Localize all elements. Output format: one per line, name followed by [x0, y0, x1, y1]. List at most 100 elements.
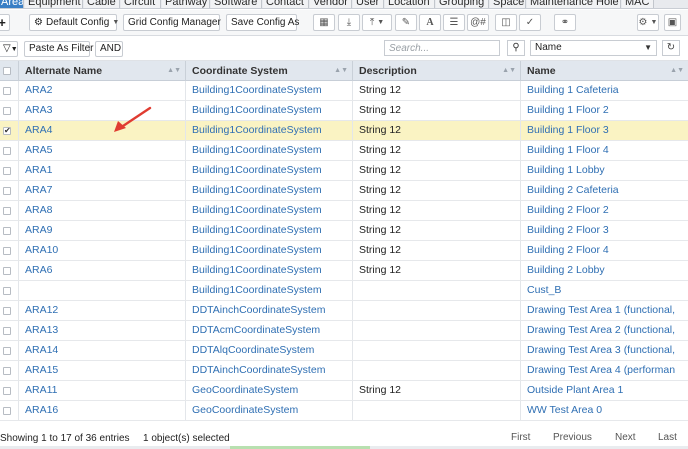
cell-name[interactable]: Drawing Test Area 1 (functional, — [521, 301, 688, 320]
table-row[interactable]: ARA16 GeoCoordinateSystem WW Test Area 0 — [0, 401, 688, 421]
cell-coordinate-system[interactable]: Building1CoordinateSystem — [186, 121, 353, 140]
column-header-name[interactable]: Name ▲▼ — [521, 61, 688, 81]
column-header-alternate-name[interactable]: Alternate Name ▲▼ — [19, 61, 186, 81]
table-row[interactable]: ARA1 Building1CoordinateSystem String 12 Bu… — [0, 161, 688, 181]
cell-coordinate-system[interactable]: Building1CoordinateSystem — [186, 181, 353, 200]
table-row[interactable]: ✔ ARA4 Building1CoordinateSystem String 12 B… — [0, 121, 688, 141]
cell-alternate-name[interactable] — [19, 281, 186, 300]
cell-coordinate-system[interactable]: GeoCoordinateSystem — [186, 401, 353, 420]
download-button[interactable]: ⤓ — [338, 14, 360, 31]
font-button[interactable]: A — [419, 14, 441, 31]
cell-alternate-name[interactable]: ARA5 — [19, 141, 186, 160]
export-dropdown[interactable]: ⤒ ▼ — [362, 14, 392, 31]
row-checkbox[interactable] — [3, 287, 11, 295]
cell-coordinate-system[interactable]: DDTAinchCoordinateSystem — [186, 361, 353, 380]
cell-alternate-name[interactable]: ARA2 — [19, 81, 186, 100]
cell-alternate-name[interactable]: ARA11 — [19, 381, 186, 400]
row-checkbox[interactable] — [3, 407, 11, 415]
cell-name[interactable]: Building 1 Cafeteria — [521, 81, 688, 100]
table-row[interactable]: ARA5 Building1CoordinateSystem String 12 Bu… — [0, 141, 688, 161]
save-button[interactable]: ▣ — [664, 14, 681, 31]
table-row[interactable]: ARA7 Building1CoordinateSystem String 12 Bu… — [0, 181, 688, 201]
cell-alternate-name[interactable]: ARA10 — [19, 241, 186, 260]
table-row[interactable]: ARA14 DDTAlqCoordinateSystem Drawing Test … — [0, 341, 688, 361]
cell-name[interactable]: Building 1 Floor 2 — [521, 101, 688, 120]
grid-view-button[interactable]: ▦ — [313, 14, 335, 31]
tab-user[interactable]: User — [353, 0, 384, 8]
table-row[interactable]: ARA12 DDTAinchCoordinateSystem Drawing Tes… — [0, 301, 688, 321]
cell-name[interactable]: Drawing Test Area 2 (functional, — [521, 321, 688, 340]
pagination-previous[interactable]: Previous — [553, 432, 592, 443]
search-field-select[interactable]: Name ▼ — [530, 40, 657, 56]
row-checkbox[interactable] — [3, 147, 11, 155]
cell-coordinate-system[interactable]: Building1CoordinateSystem — [186, 221, 353, 240]
cell-name[interactable]: Building 2 Floor 4 — [521, 241, 688, 260]
tab-location[interactable]: Location — [385, 0, 435, 8]
cell-name[interactable]: WW Test Area 0 — [521, 401, 688, 420]
cell-alternate-name[interactable]: ARA13 — [19, 321, 186, 340]
table-row[interactable]: ARA13 DDTAcmCoordinateSystem Drawing Test … — [0, 321, 688, 341]
tab-grouping[interactable]: Grouping — [436, 0, 489, 8]
save-config-as-button[interactable]: Save Config As — [226, 14, 299, 31]
tab-area[interactable]: Area — [0, 0, 24, 8]
cell-alternate-name[interactable]: ARA8 — [19, 201, 186, 220]
tab-contact[interactable]: Contact — [263, 0, 309, 8]
and-toggle[interactable]: AND — [95, 41, 123, 57]
cell-coordinate-system[interactable]: GeoCoordinateSystem — [186, 381, 353, 400]
table-row[interactable]: ARA9 Building1CoordinateSystem String 12 Bu… — [0, 221, 688, 241]
pin-button[interactable]: ✓ — [519, 14, 541, 31]
row-checkbox[interactable] — [3, 207, 11, 215]
cell-alternate-name[interactable]: ARA9 — [19, 221, 186, 240]
table-row[interactable]: Building1CoordinateSystem Cust_B — [0, 281, 688, 301]
column-header-coordinate-system[interactable]: Coordinate System ▲▼ — [186, 61, 353, 81]
row-checkbox[interactable]: ✔ — [3, 127, 11, 135]
cell-name[interactable]: Cust_B — [521, 281, 688, 300]
refresh-button[interactable]: ↻ — [662, 40, 680, 56]
cell-coordinate-system[interactable]: Building1CoordinateSystem — [186, 241, 353, 260]
column-header-description[interactable]: Description ▲▼ — [353, 61, 521, 81]
list-button[interactable]: ☰ — [443, 14, 465, 31]
tab-circuit[interactable]: Circuit — [121, 0, 161, 8]
cell-name[interactable]: Drawing Test Area 4 (performan — [521, 361, 688, 380]
cell-name[interactable]: Building 1 Lobby — [521, 161, 688, 180]
search-button[interactable]: ⚲ — [507, 40, 525, 56]
cell-alternate-name[interactable]: ARA3 — [19, 101, 186, 120]
tab-equipment[interactable]: Equipment — [25, 0, 83, 8]
tab-pathway[interactable]: Pathway — [162, 0, 210, 8]
cell-coordinate-system[interactable]: Building1CoordinateSystem — [186, 141, 353, 160]
cell-alternate-name[interactable]: ARA4 — [19, 121, 186, 140]
cell-coordinate-system[interactable]: Building1CoordinateSystem — [186, 161, 353, 180]
row-checkbox[interactable] — [3, 347, 11, 355]
grid-config-manager-button[interactable]: Grid Config Manager — [123, 14, 221, 31]
cell-coordinate-system[interactable]: Building1CoordinateSystem — [186, 81, 353, 100]
tab-cable[interactable]: Cable — [84, 0, 120, 8]
row-checkbox[interactable] — [3, 247, 11, 255]
cell-alternate-name[interactable]: ARA16 — [19, 401, 186, 420]
cell-coordinate-system[interactable]: Building1CoordinateSystem — [186, 101, 353, 120]
pagination-next[interactable]: Next — [615, 432, 636, 443]
tab-mac[interactable]: MAC — [622, 0, 654, 8]
cell-name[interactable]: Building 1 Floor 4 — [521, 141, 688, 160]
table-row[interactable]: ARA10 Building1CoordinateSystem String 12 B… — [0, 241, 688, 261]
cell-name[interactable]: Building 2 Floor 2 — [521, 201, 688, 220]
cell-alternate-name[interactable]: ARA1 — [19, 161, 186, 180]
row-checkbox[interactable] — [3, 107, 11, 115]
row-checkbox[interactable] — [3, 87, 11, 95]
row-checkbox[interactable] — [3, 267, 11, 275]
search-input[interactable] — [384, 40, 500, 56]
cell-alternate-name[interactable]: ARA15 — [19, 361, 186, 380]
cell-alternate-name[interactable]: ARA7 — [19, 181, 186, 200]
paste-as-filter-button[interactable]: Paste As Filter — [24, 41, 93, 57]
add-button[interactable]: + — [0, 14, 10, 31]
row-checkbox[interactable] — [3, 307, 11, 315]
columns-button[interactable]: ◫ — [495, 14, 517, 31]
row-checkbox[interactable] — [3, 227, 11, 235]
tab-space[interactable]: Space — [490, 0, 526, 8]
filter-dropdown[interactable]: ▽▼ — [0, 41, 18, 57]
default-config-dropdown[interactable]: ⚙ Default Config ▼ — [29, 14, 119, 31]
cell-alternate-name[interactable]: ARA14 — [19, 341, 186, 360]
cell-coordinate-system[interactable]: DDTAlqCoordinateSystem — [186, 341, 353, 360]
tab-vendor[interactable]: Vendor — [310, 0, 352, 8]
cell-coordinate-system[interactable]: DDTAinchCoordinateSystem — [186, 301, 353, 320]
row-checkbox[interactable] — [3, 187, 11, 195]
